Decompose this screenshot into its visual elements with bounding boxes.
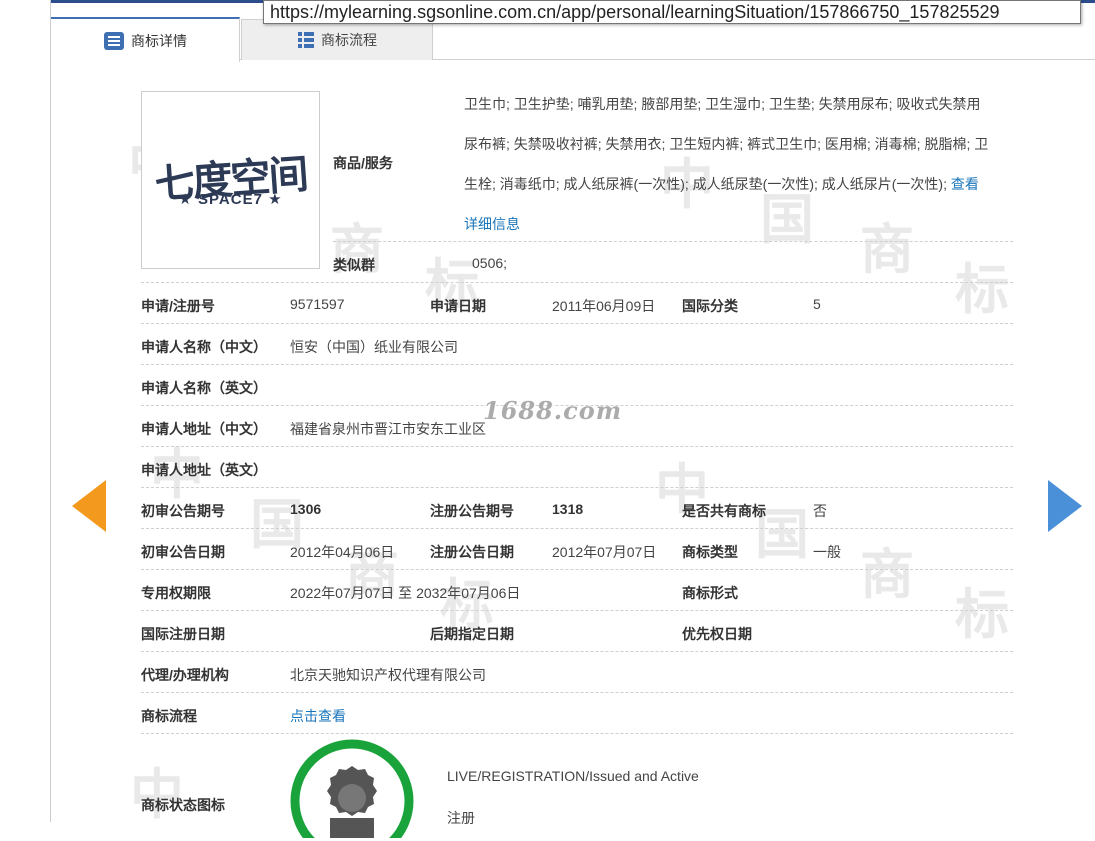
later-designation-date-label: 后期指定日期 bbox=[430, 626, 514, 642]
goods-line: 尿布裤; 失禁吸收衬裤; 失禁用衣; 卫生短内裤; 裤式卫生巾; 医用棉; 消毒… bbox=[464, 136, 989, 152]
intl-class-value: 5 bbox=[813, 296, 821, 312]
applicant-name-cn-label: 申请人名称（中文） bbox=[141, 339, 267, 355]
divider bbox=[141, 528, 1013, 529]
applicant-address-en-label: 申请人地址（英文） bbox=[141, 462, 267, 478]
next-arrow-button[interactable] bbox=[1046, 480, 1082, 535]
application-number-label: 申请/注册号 bbox=[141, 298, 215, 314]
divider bbox=[141, 364, 1013, 365]
trademark-form-label: 商标形式 bbox=[682, 585, 738, 601]
applicant-address-cn-label: 申请人地址（中文） bbox=[141, 421, 267, 437]
divider bbox=[141, 282, 1013, 283]
divider bbox=[141, 651, 1013, 652]
prelim-pub-number-value: 1306 bbox=[290, 501, 322, 517]
view-flow-link[interactable]: 点击查看 bbox=[290, 706, 346, 726]
star-icon: ★ bbox=[262, 191, 283, 208]
prelim-pub-date-label: 初审公告日期 bbox=[141, 544, 225, 560]
watermark-char: 标 bbox=[955, 258, 1009, 321]
applicant-name-cn-value: 恒安（中国）纸业有限公司 bbox=[290, 339, 458, 355]
divider bbox=[141, 569, 1013, 570]
goods-line: 详细信息 bbox=[464, 204, 1024, 244]
reg-pub-date-label: 注册公告日期 bbox=[430, 544, 514, 560]
trademark-type-label: 商标类型 bbox=[682, 544, 738, 560]
previous-arrow-button[interactable] bbox=[72, 480, 108, 535]
similar-group-label: 类似群 bbox=[333, 257, 375, 273]
prelim-pub-number-label: 初审公告期号 bbox=[141, 503, 225, 519]
trademark-type-value: 一般 bbox=[813, 544, 841, 560]
divider bbox=[141, 610, 1013, 611]
star-icon: ★ bbox=[178, 191, 199, 208]
goods-line-text: 生栓; 消毒纸巾; 成人纸尿裤(一次性); 成人纸尿垫(一次性); 成人纸尿片(… bbox=[464, 176, 947, 192]
tab-label: 商标流程 bbox=[321, 32, 377, 48]
divider bbox=[141, 323, 1013, 324]
applicant-address-cn-value: 福建省泉州市晋江市安东工业区 bbox=[290, 421, 486, 437]
divider bbox=[141, 692, 1013, 693]
goods-line: 生栓; 消毒纸巾; 成人纸尿裤(一次性); 成人纸尿垫(一次性); 成人纸尿片(… bbox=[464, 164, 1024, 204]
shared-trademark-label: 是否共有商标 bbox=[682, 503, 766, 519]
status-icon-label: 商标状态图标 bbox=[141, 797, 225, 813]
application-number-value: 9571597 bbox=[290, 296, 345, 312]
divider bbox=[141, 733, 1013, 734]
left-border bbox=[50, 0, 51, 822]
applicant-name-en-label: 申请人名称（英文） bbox=[141, 380, 267, 396]
intl-reg-date-label: 国际注册日期 bbox=[141, 626, 225, 642]
status-text-cn: 注册 bbox=[447, 810, 475, 826]
grid-list-icon bbox=[297, 31, 315, 49]
shared-trademark-value: 否 bbox=[813, 503, 827, 519]
goods-list: 卫生巾; 卫生护垫; 哺乳用垫; 腋部用垫; 卫生湿巾; 卫生垫; 失禁用尿布;… bbox=[464, 84, 1024, 244]
goods-label: 商品/服务 bbox=[333, 155, 393, 171]
exclusive-term-value: 2022年07月07日 至 2032年07月06日 bbox=[290, 585, 521, 601]
reg-pub-number-label: 注册公告期号 bbox=[430, 503, 514, 519]
agent-label: 代理/办理机构 bbox=[141, 667, 229, 683]
divider bbox=[141, 446, 1013, 447]
trademark-logo-sub-text: SPACE7 bbox=[198, 191, 263, 208]
agent-value: 北京天驰知识产权代理有限公司 bbox=[290, 667, 486, 683]
goods-line: 卫生巾; 卫生护垫; 哺乳用垫; 腋部用垫; 卫生湿巾; 卫生垫; 失禁用尿布;… bbox=[464, 96, 981, 112]
view-details-link-continued[interactable]: 详细信息 bbox=[464, 216, 520, 232]
trademark-flow-label: 商标流程 bbox=[141, 708, 197, 724]
site-watermark: 1688.com bbox=[483, 396, 623, 425]
priority-date-label: 优先权日期 bbox=[682, 626, 752, 642]
chevron-left-icon bbox=[72, 480, 106, 532]
url-tooltip: https://mylearning.sgsonline.com.cn/app/… bbox=[263, 0, 1081, 24]
prelim-pub-date-value: 2012年04月06日 bbox=[290, 544, 395, 560]
tab-trademark-detail[interactable]: 商标详情 bbox=[51, 17, 240, 62]
intl-class-label: 国际分类 bbox=[682, 298, 738, 314]
status-badge-icon bbox=[290, 738, 416, 841]
watermark-char: 中 bbox=[130, 763, 184, 826]
exclusive-term-label: 专用权期限 bbox=[141, 585, 211, 601]
similar-group-value: 0506; bbox=[472, 255, 508, 271]
tab-label: 商标详情 bbox=[131, 32, 187, 49]
document-list-icon bbox=[103, 31, 125, 51]
tab-trademark-flow[interactable]: 商标流程 bbox=[241, 19, 433, 60]
trademark-detail-page: 中 国 商 标 中 国 商 标 中 国 商 标 中 国 商 标 中 商标详情 bbox=[0, 0, 1095, 841]
chevron-right-icon bbox=[1048, 480, 1082, 532]
status-text-en: LIVE/REGISTRATION/Issued and Active bbox=[447, 768, 699, 784]
application-date-value: 2011年06月09日 bbox=[552, 298, 656, 314]
trademark-logo-sub: ★ SPACE7 ★ bbox=[142, 190, 319, 208]
trademark-image: 七度空间 ★ SPACE7 ★ bbox=[141, 91, 320, 269]
divider bbox=[141, 487, 1013, 488]
reg-pub-date-value: 2012年07月07日 bbox=[552, 544, 657, 560]
divider bbox=[333, 241, 1013, 242]
view-details-link[interactable]: 查看 bbox=[951, 176, 979, 192]
reg-pub-number-value: 1318 bbox=[552, 501, 584, 517]
application-date-label: 申请日期 bbox=[430, 298, 486, 314]
